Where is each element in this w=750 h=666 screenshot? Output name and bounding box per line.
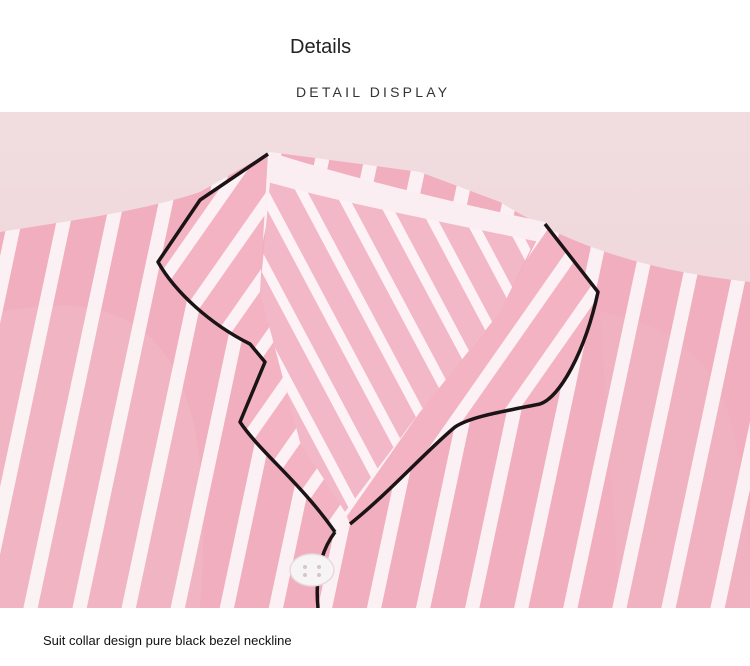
product-detail-photo	[0, 112, 750, 608]
photo-caption: Suit collar design pure black bezel neck…	[43, 633, 292, 648]
section-title: Details	[290, 36, 352, 58]
caption-area: Suit collar design pure black bezel neck…	[0, 608, 750, 666]
section-subtitle: DETAIL DISPLAY	[296, 84, 451, 100]
header: Details DETAIL DISPLAY	[0, 0, 750, 112]
button-icon	[289, 553, 335, 587]
